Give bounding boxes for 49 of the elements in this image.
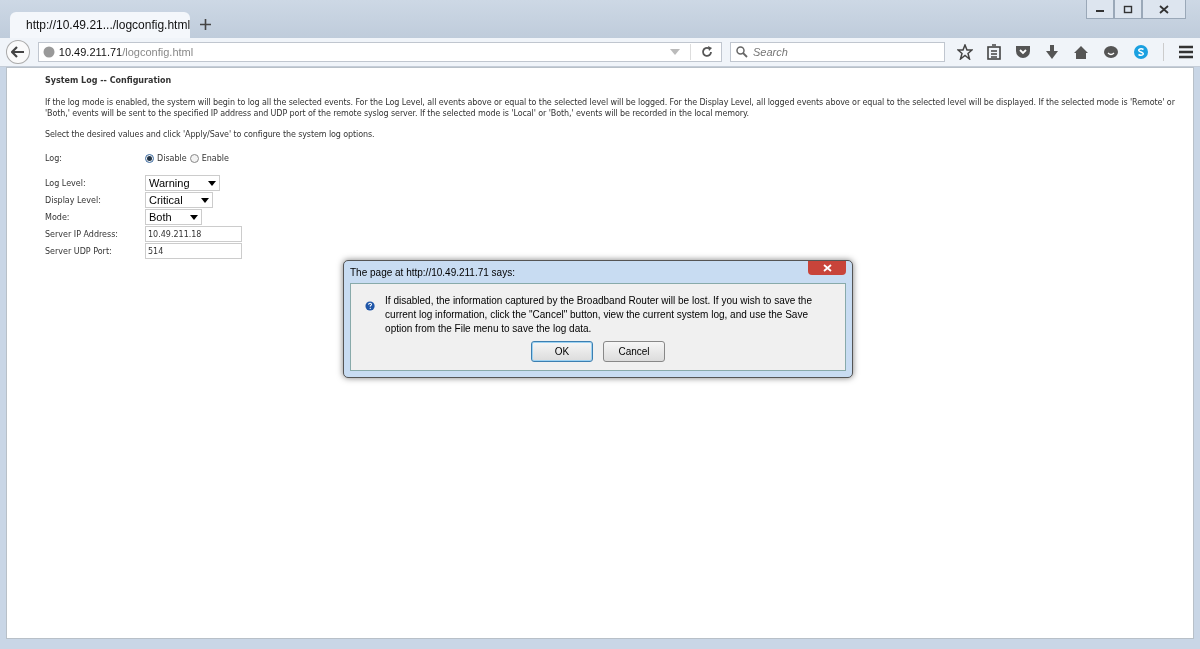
close-icon (822, 264, 832, 272)
dropdown[interactable]: Critical (145, 192, 213, 208)
field-label: Log: (45, 154, 63, 163)
star-icon[interactable] (957, 44, 973, 60)
home-icon[interactable] (1073, 45, 1089, 59)
globe-icon (42, 46, 55, 58)
radio-label: Disable (157, 154, 187, 163)
close-button[interactable] (1142, 0, 1186, 19)
field-label: Server IP Address: (45, 229, 120, 239)
dialog-message: If disabled, the information captured by the Broadband Router will be lost. If you wish to save the current log information, click the "Cancel" button, view the current system log, and use the Save option from the File menu to save the log data. (385, 294, 813, 336)
caret-icon (189, 214, 198, 220)
cancel-button[interactable]: Cancel (603, 341, 665, 362)
maximize-icon (1123, 4, 1133, 14)
intro-text: If the log mode is enabled, the system will begin to log all the selected events. For the Log Level, all events above or equal to the selected level will be logged. For the Display Level, all logged events above or equal to the selected level will be displayed. If the selected mode is 'Remote' or 'Both,' events will be sent to the specified IP address and UDP port of the remote syslog server. If the selected mode is 'Local' or 'Both,' events will be recorded in the local memory. (45, 97, 1176, 119)
field-label: Log Level: (45, 178, 87, 188)
pocket-icon[interactable] (1015, 45, 1031, 59)
page-heading: System Log -- Configuration (45, 76, 173, 85)
field-label: Server UDP Port: (45, 246, 113, 256)
close-button[interactable] (808, 261, 846, 275)
instruction-text: Select the desired values and click 'Apply/Save' to configure the system log options. (45, 129, 376, 140)
radio-label: Enable (201, 154, 229, 163)
caret-icon (207, 180, 216, 186)
search-icon (736, 46, 748, 58)
new-tab-icon[interactable] (200, 19, 211, 30)
caret-icon (200, 197, 209, 203)
field-label: Display Level: (45, 195, 102, 205)
back-arrow-icon (10, 46, 25, 58)
close-icon (1159, 4, 1169, 14)
chat-icon[interactable] (1103, 44, 1119, 60)
menu-icon[interactable] (1178, 45, 1194, 59)
input-field[interactable]: 514 (145, 243, 242, 259)
field-label: Mode: (45, 212, 71, 222)
ok-button[interactable]: OK (531, 341, 593, 362)
maximize-button[interactable] (1114, 0, 1142, 19)
dropdown[interactable]: Both (145, 209, 202, 225)
dropdown[interactable]: Warning (145, 175, 220, 191)
reading-list-icon[interactable] (987, 44, 1001, 60)
search-field[interactable]: Search (730, 42, 945, 62)
input-field[interactable]: 10.49.211.18 (145, 226, 242, 242)
radio-button[interactable] (189, 154, 199, 163)
minimize-button[interactable] (1086, 0, 1114, 19)
browser-tab[interactable]: http://10.49.21.../logconfig.html (10, 12, 190, 38)
download-icon[interactable] (1045, 44, 1059, 60)
back-button[interactable] (6, 40, 30, 64)
dialog-title: The page at http://10.49.211.71 says: (350, 266, 515, 278)
radio-button[interactable] (145, 154, 154, 163)
skype-icon[interactable] (1133, 44, 1149, 60)
address-bar[interactable]: 10.49.211.71/logconfig.html (37, 42, 722, 62)
reload-icon[interactable] (701, 46, 713, 58)
